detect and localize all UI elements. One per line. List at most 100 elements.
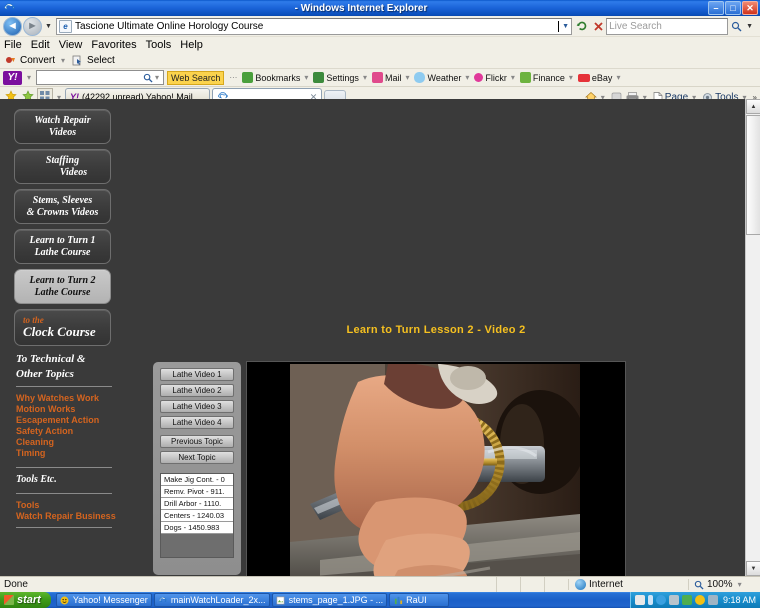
security-zone[interactable]: Internet [568,579,688,590]
web-search-button[interactable]: Web Search [167,70,225,85]
sidebar-item-clock-course[interactable]: to the Clock Course [14,309,111,347]
forward-button[interactable]: ► [23,16,42,36]
sidebar-item-label-2: Lathe Course [34,286,91,298]
list-item[interactable]: Dogs - 1450.983 [161,522,233,534]
scroll-down-button[interactable]: ▼ [746,561,760,576]
list-item[interactable]: Make Jig Cont. - 0 [161,474,233,486]
raui-tray-icon[interactable] [681,595,692,605]
taskbar-item-yahoo-messenger[interactable]: Yahoo! Messenger [55,593,152,607]
chevron-down-icon[interactable]: ▾ [465,73,469,82]
video-stage[interactable] [247,362,625,576]
list-item[interactable]: Centers - 1240.03 [161,510,233,522]
vertical-scrollbar[interactable]: ▲ ▼ [745,99,760,576]
search-icon[interactable] [728,18,744,35]
sidebar-item-learn-to-turn-1[interactable]: Learn to Turn 1 Lathe Course [14,229,111,264]
lathe-video-3-button[interactable]: Lathe Video 3 [160,400,234,413]
toolbar-item-bookmarks[interactable]: Bookmarks ▾ [242,72,310,83]
convert-dropdown-icon[interactable]: ▾ [61,56,65,65]
taskbar-item-raui[interactable]: RaUI [389,593,450,607]
topic-list[interactable]: Make Jig Cont. - 0 Remv. Pivot - 911. Dr… [160,473,234,558]
sidebar-item-staffing-videos[interactable]: Staffing Videos [14,149,111,184]
toolbar-item-settings-label: Settings [326,72,359,83]
chevron-down-icon[interactable]: ▾ [405,73,409,82]
display-tray-icon[interactable] [707,595,718,605]
toolbar-item-ebay[interactable]: eBay ▾ [577,73,623,83]
history-dropdown-icon[interactable]: ▼ [45,23,52,30]
menu-item-help[interactable]: Help [180,39,203,51]
zoom-control[interactable]: 100% ▾ [688,579,760,590]
refresh-button[interactable] [574,18,590,35]
taskbar-clock[interactable]: 9:18 AM [723,595,756,605]
menu-item-edit[interactable]: Edit [31,39,50,51]
text-caret [558,20,560,32]
yahoo-search-dropdown-icon[interactable]: ▾ [155,73,159,82]
lathe-video-1-button[interactable]: Lathe Video 1 [160,368,234,381]
close-button[interactable]: ✕ [742,1,758,15]
select-button[interactable]: Select [87,55,115,66]
toolbar-item-settings[interactable]: Settings ▾ [313,72,369,83]
sidebar-link-motion-works[interactable]: Motion Works [16,404,114,415]
chevron-down-icon[interactable]: ▾ [616,73,620,82]
shield-tray-icon[interactable] [647,595,653,605]
chevron-down-icon[interactable]: ▾ [738,580,742,589]
scroll-up-button[interactable]: ▲ [746,99,760,114]
search-input[interactable]: Live Search [609,21,725,32]
lathe-video-4-button[interactable]: Lathe Video 4 [160,416,234,429]
chevron-down-icon[interactable]: ▾ [511,73,515,82]
toolbar-item-flickr[interactable]: Flickr ▾ [474,73,517,83]
yahoo-logo-dropdown-icon[interactable]: ▾ [27,73,31,82]
toolbar-item-weather[interactable]: Weather ▾ [414,72,471,83]
sidebar-link-timing[interactable]: Timing [16,448,114,459]
sidebar-link-safety-action[interactable]: Safety Action [16,426,114,437]
sidebar-item-label-2: Lathe Course [34,246,91,258]
menu-item-file[interactable]: File [4,39,22,51]
yahoo-logo-icon[interactable]: Y! [3,70,22,85]
smiley-tray-icon[interactable] [694,595,705,605]
back-button[interactable]: ◄ [3,16,22,36]
sidebar-item-learn-to-turn-2[interactable]: Learn to Turn 2 Lathe Course [14,269,111,304]
address-bar[interactable]: e Tascione Ultimate Online Horology Cour… [55,17,573,35]
list-item[interactable]: Drill Arbor - 1110. [161,498,233,510]
taskbar-item-stems-page-image[interactable]: stems_page_1.JPG - ... [271,593,388,607]
minimize-button[interactable]: – [708,1,724,15]
video-still-image [290,364,580,576]
start-button[interactable]: start [0,592,51,608]
sidebar-link-cleaning[interactable]: Cleaning [16,437,114,448]
maximize-button[interactable]: □ [725,1,741,15]
yahoo-search-input[interactable]: ▾ [36,70,165,85]
messenger-tray-icon[interactable] [655,595,666,605]
sidebar-link-why-watches-work[interactable]: Why Watches Work [16,393,114,404]
chevron-down-icon[interactable]: ▾ [363,73,367,82]
help-tray-icon[interactable] [634,595,645,605]
next-topic-button[interactable]: Next Topic [160,451,234,464]
previous-topic-button[interactable]: Previous Topic [160,435,234,448]
lathe-video-2-button[interactable]: Lathe Video 2 [160,384,234,397]
toolbar-item-finance[interactable]: Finance ▾ [519,72,575,83]
sidebar-subheading: Tools Etc. [16,473,57,485]
site-sidebar: Watch Repair Videos Staffing Videos Stem… [14,109,116,534]
sidebar-link-watch-repair-business[interactable]: Watch Repair Business [16,511,116,522]
convert-button[interactable]: Convert [20,55,55,66]
mail-icon [371,72,383,83]
search-dropdown-icon[interactable]: ▼ [746,23,753,30]
finance-icon [519,72,531,83]
taskbar-item-mainwatchloader[interactable]: mainWatchLoader_2x... [153,593,270,607]
address-input[interactable]: Tascione Ultimate Online Horology Course [75,21,555,32]
menu-item-tools[interactable]: Tools [146,39,172,51]
sidebar-item-stems-sleeves-crowns-videos[interactable]: Stems, Sleeves & Crowns Videos [14,189,111,224]
scrollbar-thumb[interactable] [746,115,760,235]
chevron-down-icon[interactable]: ▾ [569,73,573,82]
sidebar-link-tools[interactable]: Tools [16,500,114,511]
bookmarks-icon [242,72,254,83]
address-dropdown-icon[interactable]: ▼ [562,23,569,30]
live-search-box[interactable]: Live Search [606,17,729,35]
sidebar-link-escapement-action[interactable]: Escapement Action [16,415,114,426]
toolbar-item-mail[interactable]: Mail ▾ [371,72,412,83]
network-tray-icon[interactable] [668,595,679,605]
list-item[interactable]: Remv. Pivot - 911. [161,486,233,498]
sidebar-item-watch-repair-videos[interactable]: Watch Repair Videos [14,109,111,144]
menu-item-favorites[interactable]: Favorites [91,39,136,51]
chevron-down-icon[interactable]: ▾ [304,73,308,82]
stop-button[interactable] [590,18,606,35]
menu-item-view[interactable]: View [59,39,83,51]
